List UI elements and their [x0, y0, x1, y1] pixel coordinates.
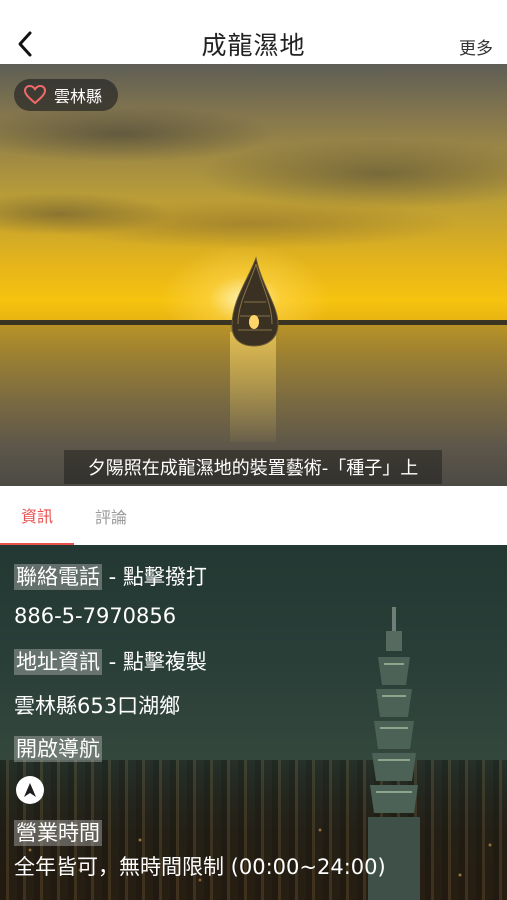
- tab-info[interactable]: 資訊: [0, 486, 74, 545]
- navigation-label: 開啟導航: [14, 736, 102, 762]
- heart-outline-icon: [24, 85, 46, 105]
- navigation-button[interactable]: [16, 776, 44, 804]
- info-panel: 聯絡電話 - 點擊撥打 886-5-7970856 地址資訊 - 點擊複製 雲林…: [0, 545, 507, 900]
- phone-number[interactable]: 886-5-7970856: [14, 604, 176, 628]
- address-action-hint: - 點擊複製: [102, 650, 207, 674]
- phone-row[interactable]: 聯絡電話 - 點擊撥打: [14, 561, 207, 591]
- phone-label: 聯絡電話: [14, 564, 102, 590]
- hours-row: 營業時間: [14, 817, 102, 847]
- address-value[interactable]: 雲林縣653口湖鄉: [14, 690, 180, 720]
- location-tag[interactable]: 雲林縣: [14, 79, 119, 111]
- navigation-row[interactable]: 開啟導航: [14, 733, 102, 763]
- hero-photo[interactable]: 雲林縣 夕陽照在成龍濕地的裝置藝術-「種子」上: [0, 64, 507, 486]
- tab-bar: 資訊 評論: [0, 486, 507, 546]
- photo-caption: 夕陽照在成龍濕地的裝置藝術-「種子」上: [64, 450, 442, 484]
- address-label: 地址資訊: [14, 649, 102, 675]
- app-root: 成龍濕地 更多 雲林縣 夕陽照在成龍濕地的裝置藝術-「種子」上 資訊 評論 聯絡…: [0, 0, 507, 900]
- tab-reviews[interactable]: 評論: [74, 486, 148, 545]
- page-title: 成龍濕地: [201, 31, 306, 60]
- sculpture-reflection: [230, 332, 276, 442]
- address-row[interactable]: 地址資訊 - 點擊複製: [14, 646, 207, 676]
- more-button[interactable]: 更多: [459, 34, 493, 59]
- seed-sculpture: [231, 256, 279, 347]
- navigation-arrow-icon: [24, 783, 36, 797]
- hours-label: 營業時間: [14, 820, 102, 846]
- location-tag-label: 雲林縣: [54, 87, 103, 106]
- phone-action-hint: - 點擊撥打: [102, 565, 207, 589]
- top-bar: 成龍濕地 更多: [0, 0, 507, 64]
- hours-value: 全年皆可，無時間限制 (00:00~24:00): [14, 855, 386, 879]
